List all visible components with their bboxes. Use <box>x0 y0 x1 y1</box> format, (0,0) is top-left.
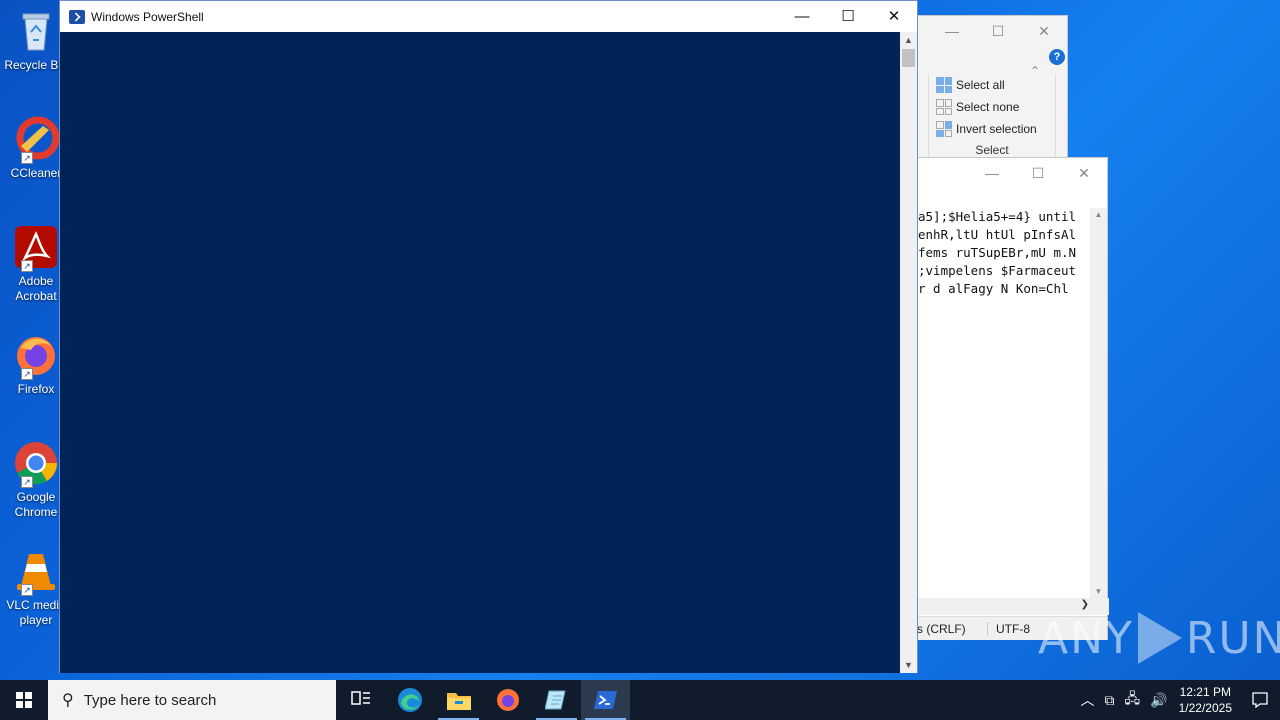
text-line: a5];$Helia5+=4} until <box>918 209 1077 224</box>
taskbar-file-explorer[interactable] <box>434 680 483 720</box>
clock-date: 1/22/2025 <box>1178 701 1232 715</box>
system-tray: ︿ ⧉ 🖧 🔊 12:21 PM 1/22/2025 <box>1076 680 1280 720</box>
task-view-button[interactable] <box>336 680 385 720</box>
invert-selection-button[interactable]: Invert selection <box>929 118 1055 140</box>
taskbar-firefox[interactable] <box>483 680 532 720</box>
firefox-icon <box>496 689 519 711</box>
minimize-button[interactable]: — <box>929 16 975 46</box>
google-chrome-icon: ↗ <box>13 440 59 488</box>
maximize-button[interactable]: ☐ <box>975 16 1021 46</box>
window-controls: — ☐ ✕ <box>969 158 1107 188</box>
scroll-thumb[interactable] <box>902 49 915 67</box>
powershell-titlebar[interactable]: Windows PowerShell — ☐ ✕ <box>60 1 917 32</box>
anyrun-watermark: ANY RUN <box>1038 612 1280 664</box>
help-icon[interactable]: ? <box>1049 49 1065 65</box>
notepad-titlebar[interactable]: — ☐ ✕ <box>916 158 1107 188</box>
text-line: enhR,ltU htUl pInfsAl <box>918 227 1077 242</box>
scroll-down-icon[interactable]: ▼ <box>1090 587 1107 596</box>
ribbon-item-label: Invert selection <box>956 122 1037 136</box>
ribbon-item-label: Select all <box>956 78 1005 92</box>
notepad-icon <box>544 690 566 710</box>
notification-icon <box>1252 692 1268 709</box>
vlc-icon: ↗ <box>13 548 59 596</box>
taskbar-edge[interactable] <box>385 680 434 720</box>
volume-icon[interactable]: 🔊 <box>1150 692 1167 709</box>
close-button[interactable]: ✕ <box>1021 16 1067 46</box>
play-logo-icon <box>1137 612 1182 664</box>
close-button[interactable]: ✕ <box>1061 158 1107 188</box>
encoding-status: UTF-8 <box>996 621 1030 636</box>
minimize-button[interactable]: — <box>779 1 825 31</box>
powershell-icon <box>69 9 85 24</box>
scroll-right-icon[interactable]: ❯ <box>1081 599 1089 610</box>
notepad-text-area[interactable]: a5];$Helia5+=4} until enhR,ltU htUl pInfs… <box>918 208 1093 598</box>
search-placeholder: Type here to search <box>83 691 217 709</box>
select-none-button[interactable]: Select none <box>929 96 1055 118</box>
scroll-up-icon[interactable]: ▲ <box>1090 210 1107 219</box>
notification-center-button[interactable] <box>1240 680 1280 720</box>
taskbar: ⚲ Type here to search ︿ ⧉ 🖧 🔊 12:21 PM 1… <box>0 680 1280 720</box>
recycle-bin-icon <box>13 8 59 54</box>
notepad-window[interactable]: — ☐ ✕ a5];$Helia5+=4} until enhR,ltU htUl… <box>915 157 1109 640</box>
text-line: fems ruTSupEBr,mU m.N <box>918 245 1077 260</box>
text-line: r d alFagy N Kon=Chl <box>918 281 1069 296</box>
powershell-window[interactable]: Windows PowerShell — ☐ ✕ ▲ ▼ <box>59 0 918 673</box>
console-area[interactable] <box>60 32 901 673</box>
watermark-left: ANY <box>1038 612 1134 664</box>
edge-icon <box>397 688 422 712</box>
adobe-acrobat-icon: ↗ <box>13 224 59 272</box>
taskbar-notepad[interactable] <box>532 680 581 720</box>
ribbon-item-label: Select none <box>956 100 1020 114</box>
windows-logo-icon <box>16 692 32 708</box>
vertical-scrollbar[interactable]: ▲ ▼ <box>900 32 917 673</box>
clock-time: 12:21 PM <box>1179 685 1231 699</box>
powershell-icon <box>593 691 617 709</box>
close-button[interactable]: ✕ <box>871 1 917 31</box>
select-none-icon <box>936 99 952 115</box>
vertical-scrollbar[interactable]: ▲ ▼ <box>1090 208 1107 598</box>
select-all-icon <box>936 77 952 93</box>
window-controls: — ☐ ✕ <box>779 1 917 31</box>
taskbar-search-box[interactable]: ⚲ Type here to search <box>48 680 336 720</box>
window-title: Windows PowerShell <box>91 9 204 24</box>
task-view-icon <box>350 691 370 705</box>
select-all-button[interactable]: Select all <box>929 74 1055 96</box>
file-explorer-icon <box>446 693 471 710</box>
text-line: ;vimpelens $Farmaceut <box>918 263 1077 278</box>
file-explorer-window[interactable]: — ☐ ✕ ⌃ ? Select all Select none Invert … <box>915 15 1068 160</box>
search-icon: ⚲ <box>62 692 74 709</box>
scroll-up-icon[interactable]: ▲ <box>900 35 917 45</box>
start-button[interactable] <box>0 680 48 720</box>
network-icon[interactable]: 🖧 <box>1125 688 1141 712</box>
minimize-button[interactable]: — <box>969 158 1015 188</box>
watermark-right: RUN <box>1185 612 1280 664</box>
firefox-icon: ↗ <box>13 332 59 380</box>
taskbar-clock[interactable]: 12:21 PM 1/22/2025 <box>1179 684 1232 716</box>
invert-selection-icon <box>936 121 952 137</box>
maximize-button[interactable]: ☐ <box>1015 158 1061 188</box>
window-controls: — ☐ ✕ <box>929 16 1067 46</box>
scroll-down-icon[interactable]: ▼ <box>900 660 917 670</box>
taskbar-powershell[interactable] <box>581 680 630 720</box>
ribbon-select-group: Select all Select none Invert selection … <box>928 74 1056 159</box>
ribbon-group-label: Select <box>975 143 1009 157</box>
maximize-button[interactable]: ☐ <box>825 1 871 31</box>
meet-now-icon[interactable]: ⧉ <box>1105 692 1115 709</box>
chevron-up-icon[interactable]: ︿ <box>1081 690 1095 710</box>
line-ending-status: s (CRLF) <box>916 621 988 636</box>
ccleaner-icon: ↗ <box>13 116 60 164</box>
